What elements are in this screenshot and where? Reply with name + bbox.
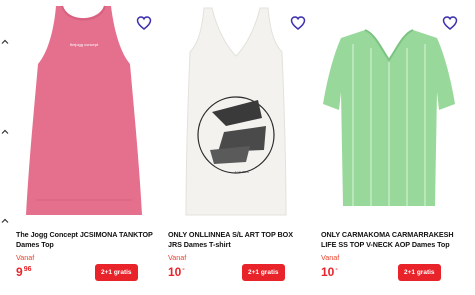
from-label: Vanaf bbox=[168, 253, 187, 262]
print-text: L'AURIA bbox=[235, 170, 249, 174]
chevron-up-icon[interactable] bbox=[1, 217, 9, 225]
price: 10- bbox=[168, 265, 185, 279]
filter-rail bbox=[0, 0, 12, 295]
heart-icon[interactable] bbox=[290, 15, 306, 31]
promo-badge: 2+1 gratis bbox=[95, 264, 138, 281]
promo-badge: 2+1 gratis bbox=[242, 264, 285, 281]
product-title[interactable]: ONLY CARMAKOMA CARMARRAKESH LIFE SS TOP … bbox=[321, 230, 459, 250]
heart-icon[interactable] bbox=[442, 15, 458, 31]
price: 10- bbox=[321, 265, 338, 279]
chevron-up-icon[interactable] bbox=[1, 128, 9, 136]
product-image[interactable]: thejogg concept bbox=[14, 0, 154, 222]
product-card[interactable]: L'AURIA ONLY ONLLINNEA S/L ART TOP BOX J… bbox=[166, 0, 306, 295]
price-int: 10 bbox=[321, 265, 335, 279]
price-dec: 96 bbox=[23, 266, 32, 273]
product-card[interactable]: thejogg concept The Jogg Concept JCSIMON… bbox=[14, 0, 154, 295]
product-image[interactable] bbox=[319, 0, 459, 222]
from-label: Vanaf bbox=[321, 253, 340, 262]
price-int: 10 bbox=[168, 265, 182, 279]
price-int: 9 bbox=[16, 265, 23, 279]
from-label: Vanaf bbox=[16, 253, 35, 262]
heart-icon[interactable] bbox=[136, 15, 152, 31]
product-image[interactable]: L'AURIA bbox=[166, 0, 306, 222]
price: 996 bbox=[16, 265, 31, 279]
product-title[interactable]: The Jogg Concept JCSIMONA TANKTOP Dames … bbox=[16, 230, 154, 250]
price-dec: - bbox=[335, 266, 338, 273]
price-dec: - bbox=[182, 266, 185, 273]
product-card[interactable]: ONLY CARMAKOMA CARMARRAKESH LIFE SS TOP … bbox=[319, 0, 459, 295]
chevron-up-icon[interactable] bbox=[1, 38, 9, 46]
promo-badge: 2+1 gratis bbox=[398, 264, 441, 281]
print-text: thejogg concept bbox=[70, 42, 99, 47]
product-title[interactable]: ONLY ONLLINNEA S/L ART TOP BOX JRS Dames… bbox=[168, 230, 306, 250]
